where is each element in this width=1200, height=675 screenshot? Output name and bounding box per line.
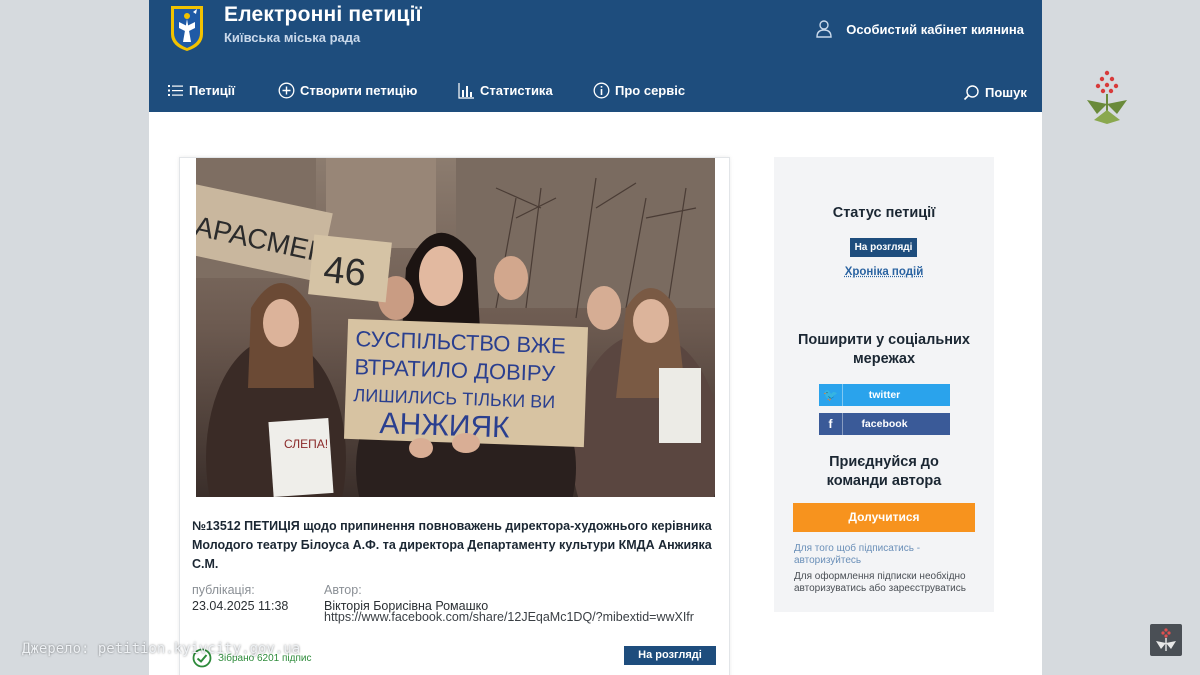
chronicle-link[interactable]: Хроніка подій <box>774 266 994 278</box>
nav-item-about[interactable]: Про сервіс <box>593 82 685 99</box>
plus-circle-icon <box>278 82 295 99</box>
nav-label: Створити петицію <box>300 83 418 98</box>
twitter-label: twitter <box>868 389 901 401</box>
site-subtitle: Київська міська рада <box>224 30 361 45</box>
twitter-icon: 🐦 <box>819 384 843 406</box>
auth-hint-text: Для оформлення підписки необхідно автори… <box>794 571 966 594</box>
petition-status-badge: На розгляді <box>624 646 716 665</box>
search-button[interactable]: Пошук <box>963 84 1027 101</box>
sign-line-4: АНЖИЯК <box>379 407 511 445</box>
personal-cabinet-link[interactable]: Особистий кабінет киянина <box>816 20 1024 38</box>
kyiv-crest-icon[interactable] <box>169 4 205 52</box>
twitter-share-button[interactable]: 🐦 twitter <box>819 384 950 406</box>
nav-item-create-petition[interactable]: Створити петицію <box>278 82 417 99</box>
info-icon <box>593 82 610 99</box>
bar-chart-icon <box>458 83 474 99</box>
status-heading: Статус петиції <box>832 205 936 221</box>
nav-label: Статистика <box>480 83 553 98</box>
sign-small-text: СЛЕПА! <box>284 437 328 451</box>
status-badge: На розгляді <box>850 238 917 257</box>
list-icon <box>168 85 183 96</box>
petition-title[interactable]: №13512 ПЕТИЦІЯ щодо припинення повноваже… <box>192 517 722 574</box>
search-icon <box>963 85 979 101</box>
author-link[interactable]: https://www.facebook.com/share/12JEqaMc1… <box>324 610 724 624</box>
search-label: Пошук <box>985 85 1027 100</box>
page: Електронні петиції Київська міська рада … <box>149 0 1042 675</box>
source-caption: Джерело: petition.kyivcity.gov.ua <box>22 641 301 657</box>
nav-label: Петиції <box>189 83 236 98</box>
nav-item-statistics[interactable]: Статистика <box>458 82 553 99</box>
facebook-label: facebook <box>861 418 908 430</box>
site-title[interactable]: Електронні петиції <box>224 3 422 27</box>
facebook-share-button[interactable]: f facebook <box>819 413 950 435</box>
auth-hint-link[interactable]: Для того щоб підписатись - авторизуйтесь <box>794 543 984 566</box>
channel-logo-icon <box>1087 70 1127 124</box>
main-nav: Петиції Створити петицію Статистика Про … <box>149 72 1042 112</box>
join-heading: Приєднуйся до команди автора <box>826 454 942 489</box>
user-icon <box>816 20 832 38</box>
petition-card: АРАСМЕНТ НЕ 46 СУСПІЛЬСТВО ВЖЕ ВТРАТИЛО … <box>179 157 730 675</box>
petition-photo[interactable]: АРАСМЕНТ НЕ 46 СУСПІЛЬСТВО ВЖЕ ВТРАТИЛО … <box>196 158 715 497</box>
channel-logo-small <box>1150 624 1182 656</box>
share-heading: Поширити у соціальних мережах <box>798 332 970 367</box>
author-label: Автор: <box>324 583 362 597</box>
cabinet-label: Особистий кабінет киянина <box>846 21 1024 37</box>
publication-label: публікація: <box>192 583 255 597</box>
publication-date: 23.04.2025 11:38 <box>192 599 289 613</box>
facebook-icon: f <box>819 413 843 435</box>
nav-item-petitions[interactable]: Петиції <box>167 82 235 99</box>
join-button[interactable]: Долучитися <box>793 503 975 532</box>
protest-photo-illustration: АРАСМЕНТ НЕ 46 СУСПІЛЬСТВО ВЖЕ ВТРАТИЛО … <box>196 158 715 497</box>
petition-sidebar: Статус петиції На розгляді Хроніка подій… <box>774 157 994 612</box>
site-header: Електронні петиції Київська міська рада … <box>149 0 1042 112</box>
sign-number-text: 46 <box>322 249 368 295</box>
nav-label: Про сервіс <box>615 83 686 98</box>
channel-logo-small-icon <box>1156 628 1176 651</box>
